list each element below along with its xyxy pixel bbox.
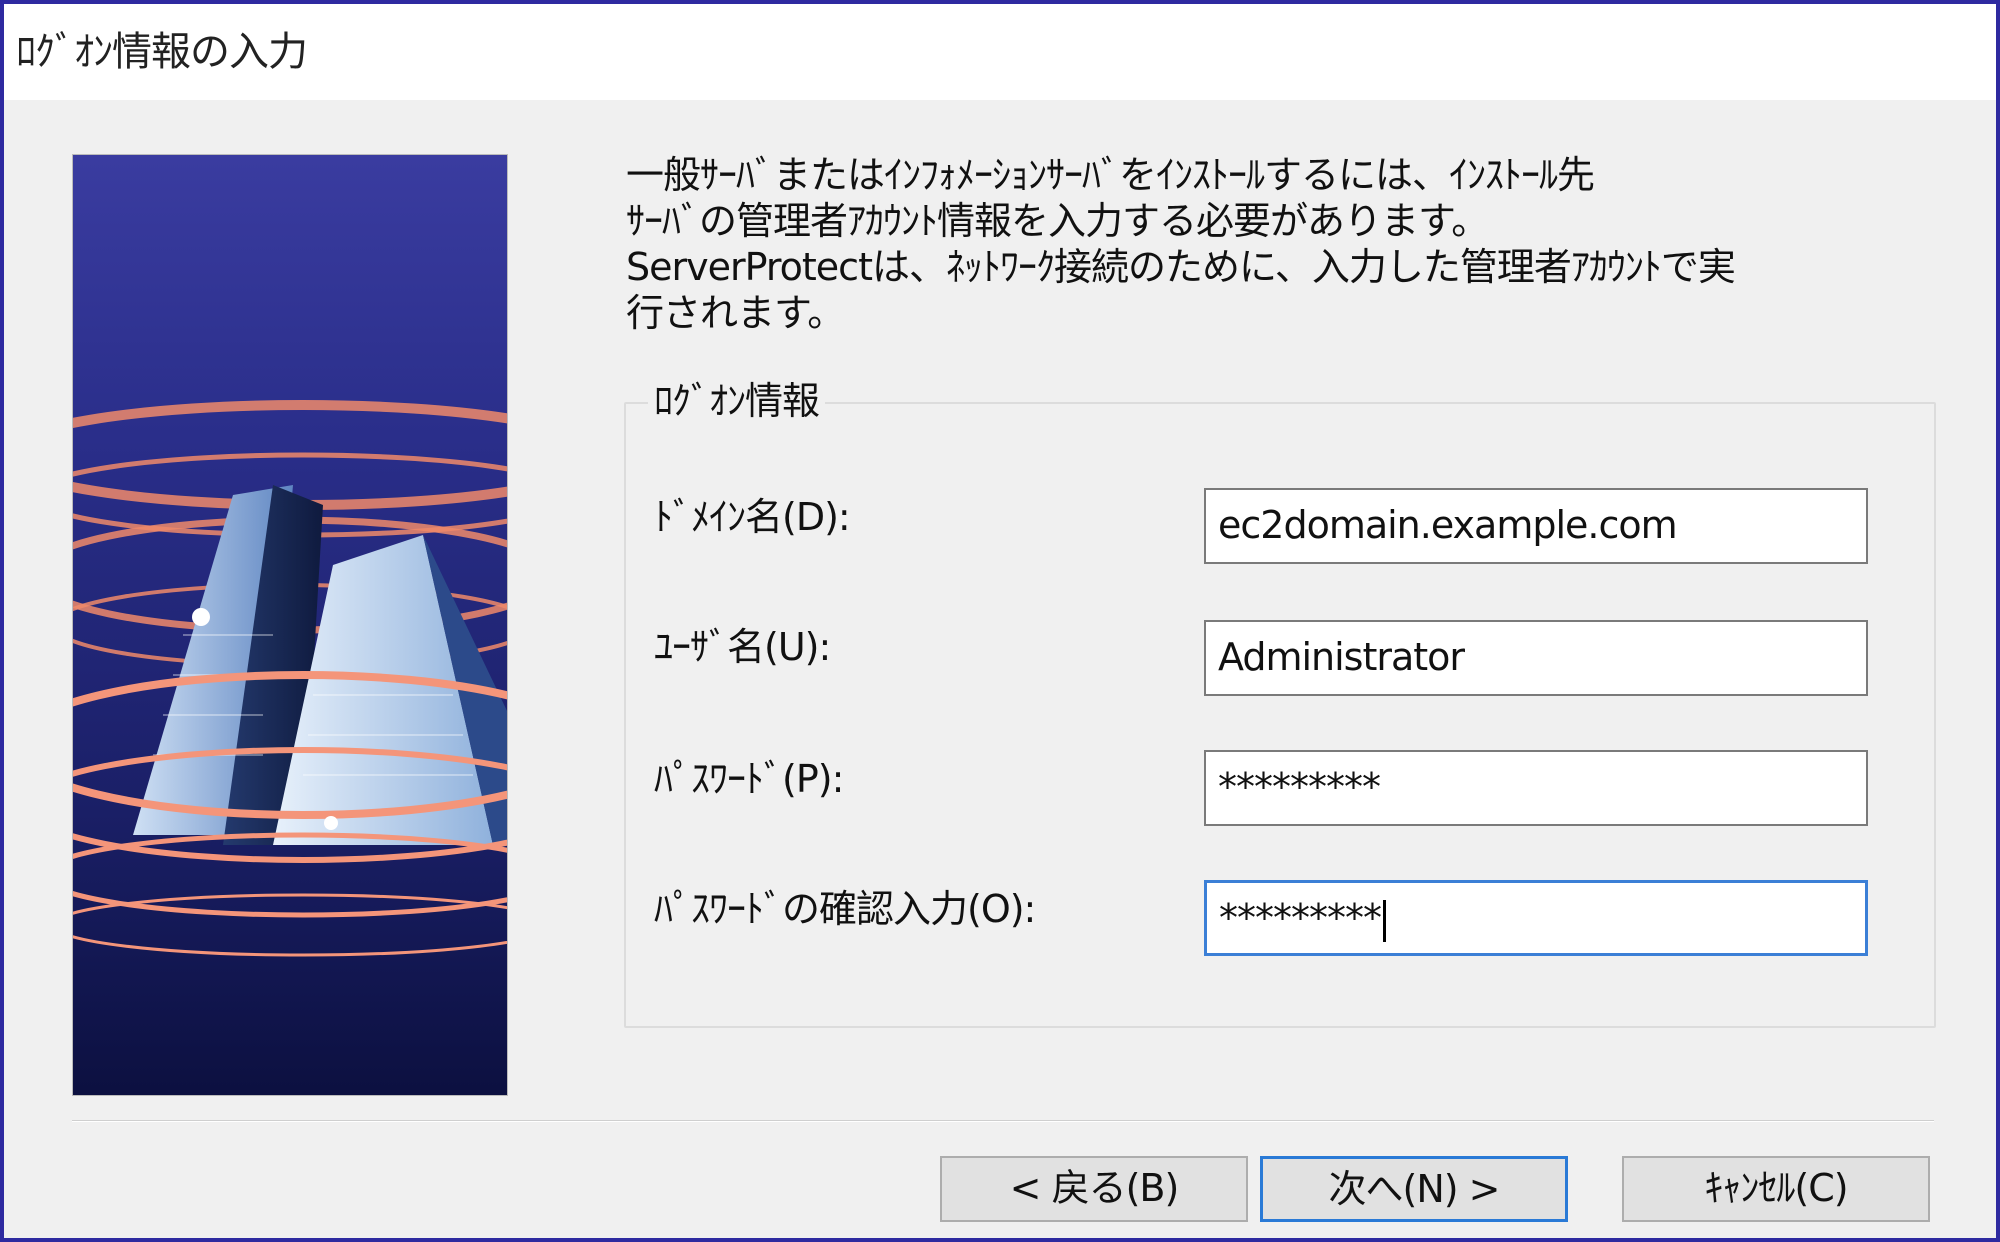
cancel-button[interactable]: ｷｬﾝｾﾙ(C) xyxy=(1622,1156,1930,1222)
footer-divider xyxy=(72,1120,1934,1122)
intro-line: 行されます。 xyxy=(626,291,845,335)
intro-line: ServerProtectは、ﾈｯﾄﾜｰｸ接続のために、入力した管理者ｱｶｳﾝﾄ… xyxy=(626,245,1736,289)
username-input[interactable]: Administrator xyxy=(1204,620,1868,696)
window-title: ﾛｸﾞｵﾝ情報の入力 xyxy=(16,29,308,75)
intro-line: ｻｰﾊﾞの管理者ｱｶｳﾝﾄ情報を入力する必要があります。 xyxy=(626,199,1489,243)
domain-label: ﾄﾞﾒｲﾝ名(D): xyxy=(654,495,851,539)
next-button[interactable]: 次へ(N) > xyxy=(1260,1156,1568,1222)
username-input-value: Administrator xyxy=(1218,635,1465,679)
confirm-password-input[interactable]: ********* xyxy=(1204,880,1868,956)
banner-image xyxy=(72,154,508,1096)
domain-input-value: ec2domain.example.com xyxy=(1218,503,1678,547)
confirm-password-label: ﾊﾟｽﾜｰﾄﾞの確認入力(O): xyxy=(654,887,1036,931)
text-caret xyxy=(1383,899,1386,942)
back-button[interactable]: < 戻る(B) xyxy=(940,1156,1248,1222)
server-buildings-illustration xyxy=(73,400,507,957)
password-input-value: ********* xyxy=(1218,765,1381,809)
password-label: ﾊﾟｽﾜｰﾄﾞ(P): xyxy=(654,757,844,801)
intro-line: 一般ｻｰﾊﾞまたはｲﾝﾌｫﾒｰｼｮﾝｻｰﾊﾞをｲﾝｽﾄｰﾙするには、ｲﾝｽﾄｰﾙ… xyxy=(626,153,1595,197)
username-label: ﾕｰｻﾞ名(U): xyxy=(654,625,831,669)
intro-text: 一般ｻｰﾊﾞまたはｲﾝﾌｫﾒｰｼｮﾝｻｰﾊﾞをｲﾝｽﾄｰﾙするには、ｲﾝｽﾄｰﾙ… xyxy=(626,152,1916,336)
password-input[interactable]: ********* xyxy=(1204,750,1868,826)
confirm-password-input-value: ********* xyxy=(1219,896,1382,940)
title-bar: ﾛｸﾞｵﾝ情報の入力 xyxy=(4,4,1996,100)
installer-dialog: ﾛｸﾞｵﾝ情報の入力 一般ｻｰﾊﾞまたはｲﾝﾌｫﾒｰｼｮﾝｻｰﾊﾞをｲﾝｽﾄｰﾙ… xyxy=(0,0,2000,1242)
domain-input[interactable]: ec2domain.example.com xyxy=(1204,488,1868,564)
group-legend: ﾛｸﾞｵﾝ情報 xyxy=(648,376,826,426)
